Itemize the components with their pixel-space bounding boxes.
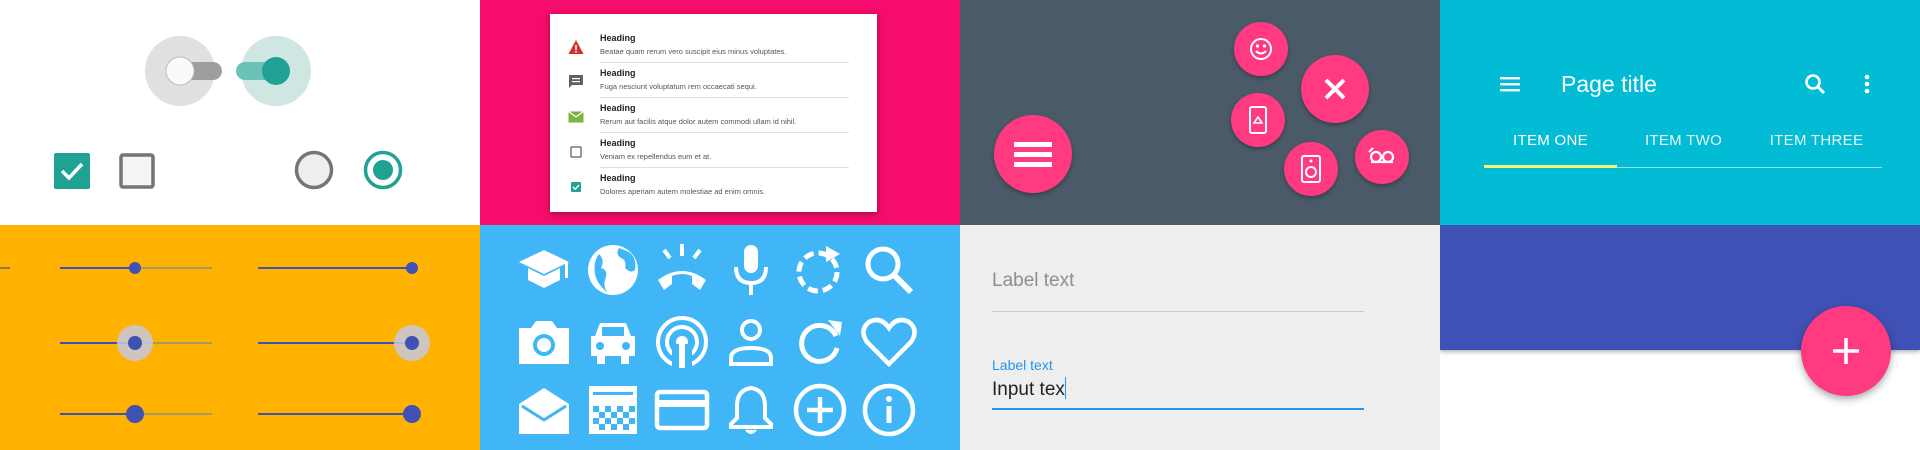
- tab-item-two[interactable]: ITEM TWO: [1617, 132, 1750, 149]
- slider[interactable]: [0, 262, 212, 274]
- list-item-text: Dolores aperiam autem molestiae ad enim …: [600, 187, 766, 196]
- person-icon: [721, 312, 781, 372]
- microphone-icon: [721, 240, 781, 300]
- icons-panel: [480, 225, 960, 450]
- list-item-text: Veniam ex repellendus eum et at.: [600, 152, 712, 161]
- phone-icon: [1249, 106, 1267, 134]
- switch-on[interactable]: [236, 36, 311, 106]
- slider-focused[interactable]: [60, 325, 212, 361]
- checkbox-checked-icon[interactable]: [568, 179, 584, 195]
- text-field-label: Label text: [992, 270, 1075, 291]
- slider[interactable]: [258, 262, 418, 274]
- list-item[interactable]: Heading Rerum aut facilis atque dolor au…: [550, 98, 877, 133]
- text-cursor: [1064, 377, 1066, 399]
- list-item-text: Fuga nesciunt voluptatum rem occaecati s…: [600, 82, 757, 91]
- warning-icon: [568, 40, 584, 54]
- text-field-value: Input tex: [992, 379, 1065, 400]
- list-item-text: Beatae quam rerum vero suscipit eius min…: [600, 47, 787, 56]
- list-item-heading: Heading: [600, 103, 636, 113]
- text-field-input[interactable]: Input tex: [992, 377, 1066, 401]
- search-icon: [859, 240, 919, 300]
- close-fab[interactable]: [1301, 55, 1369, 123]
- page-title: Page title: [1561, 71, 1657, 97]
- fab-speed-dial-panel: [960, 0, 1440, 225]
- checkbox-unchecked[interactable]: [119, 153, 155, 189]
- globe-icon: [583, 240, 643, 300]
- mail-icon: [568, 110, 584, 123]
- radio-unselected[interactable]: [294, 150, 334, 190]
- car-icon: [583, 312, 643, 372]
- camera-icon: [514, 312, 574, 372]
- list-item-heading: Heading: [600, 68, 636, 78]
- switch-off[interactable]: [145, 36, 225, 106]
- search-icon[interactable]: [1803, 72, 1827, 96]
- heart-icon: [859, 312, 919, 372]
- drafts-icon: [514, 380, 574, 440]
- sliders-svg: [0, 262, 430, 423]
- add-icon: [1833, 338, 1859, 364]
- voicemail-icon: [1368, 147, 1395, 164]
- speaker-icon: [1301, 155, 1321, 183]
- checkbox-empty-icon[interactable]: [568, 144, 584, 160]
- checkerboard-icon: [583, 380, 643, 440]
- refresh-icon: [790, 312, 850, 372]
- sliders-panel: [0, 225, 480, 450]
- comment-icon: [569, 75, 583, 88]
- list-item[interactable]: Heading Veniam ex repellendus eum et at.: [550, 133, 877, 168]
- list-item[interactable]: Heading Fuga nesciunt voluptatum rem occ…: [550, 63, 877, 98]
- more-vert-icon[interactable]: [1855, 72, 1879, 96]
- tab-item-one[interactable]: ITEM ONE: [1484, 132, 1617, 149]
- close-icon: [1324, 78, 1346, 100]
- list-item-text: Rerum aut facilis atque dolor autem comm…: [600, 117, 797, 126]
- list-item[interactable]: Heading Beatae quam rerum vero suscipit …: [550, 28, 877, 63]
- text-field-floating-label: Label text: [992, 357, 1053, 373]
- wireless-icon: [652, 312, 712, 372]
- menu-fab[interactable]: [994, 115, 1072, 193]
- slider-focused[interactable]: [258, 325, 430, 361]
- radio-selected[interactable]: [363, 150, 403, 190]
- bell-icon: [721, 380, 781, 440]
- add-fab[interactable]: [1801, 306, 1891, 396]
- graduation-cap-icon: [514, 240, 574, 300]
- text-field-underline-active: [992, 408, 1364, 410]
- credit-card-icon: [652, 380, 712, 440]
- list-item-heading: Heading: [600, 33, 636, 43]
- slider-pressed[interactable]: [258, 405, 421, 423]
- emoji-icon: [1250, 38, 1272, 60]
- info-icon: [859, 380, 919, 440]
- tab-item-three[interactable]: ITEM THREE: [1750, 132, 1883, 149]
- tab-indicator: [1484, 165, 1617, 168]
- checkbox-checked[interactable]: [54, 153, 90, 189]
- text-field-empty[interactable]: Label text: [992, 270, 1364, 312]
- list-card: Heading Beatae quam rerum vero suscipit …: [550, 14, 877, 212]
- text-fields-panel: Label text Label text Input tex: [960, 225, 1440, 450]
- emoji-fab[interactable]: [1234, 22, 1288, 76]
- list-item-heading: Heading: [600, 173, 636, 183]
- fab-panel: [1440, 225, 1920, 450]
- speaker-fab[interactable]: [1284, 142, 1338, 196]
- voicemail-fab[interactable]: [1355, 130, 1409, 184]
- list-panel: Heading Beatae quam rerum vero suscipit …: [480, 0, 960, 225]
- slider-pressed[interactable]: [60, 405, 212, 423]
- list-item-heading: Heading: [600, 138, 636, 148]
- text-field-underline: [992, 311, 1364, 312]
- phone-fab[interactable]: [1231, 93, 1285, 147]
- menu-icon: [1014, 142, 1052, 167]
- phone-ringing-icon: [652, 240, 712, 300]
- text-field-active[interactable]: Label text Input tex: [992, 357, 1364, 417]
- list-item[interactable]: Heading Dolores aperiam autem molestiae …: [550, 168, 877, 203]
- add-circle-icon: [790, 380, 850, 440]
- menu-icon[interactable]: [1498, 72, 1522, 96]
- refresh-dashed-icon: [790, 240, 850, 300]
- app-bar-panel: Page title ITEM ONE ITEM TWO ITEM THREE: [1440, 0, 1920, 225]
- selection-controls-panel: [0, 0, 480, 225]
